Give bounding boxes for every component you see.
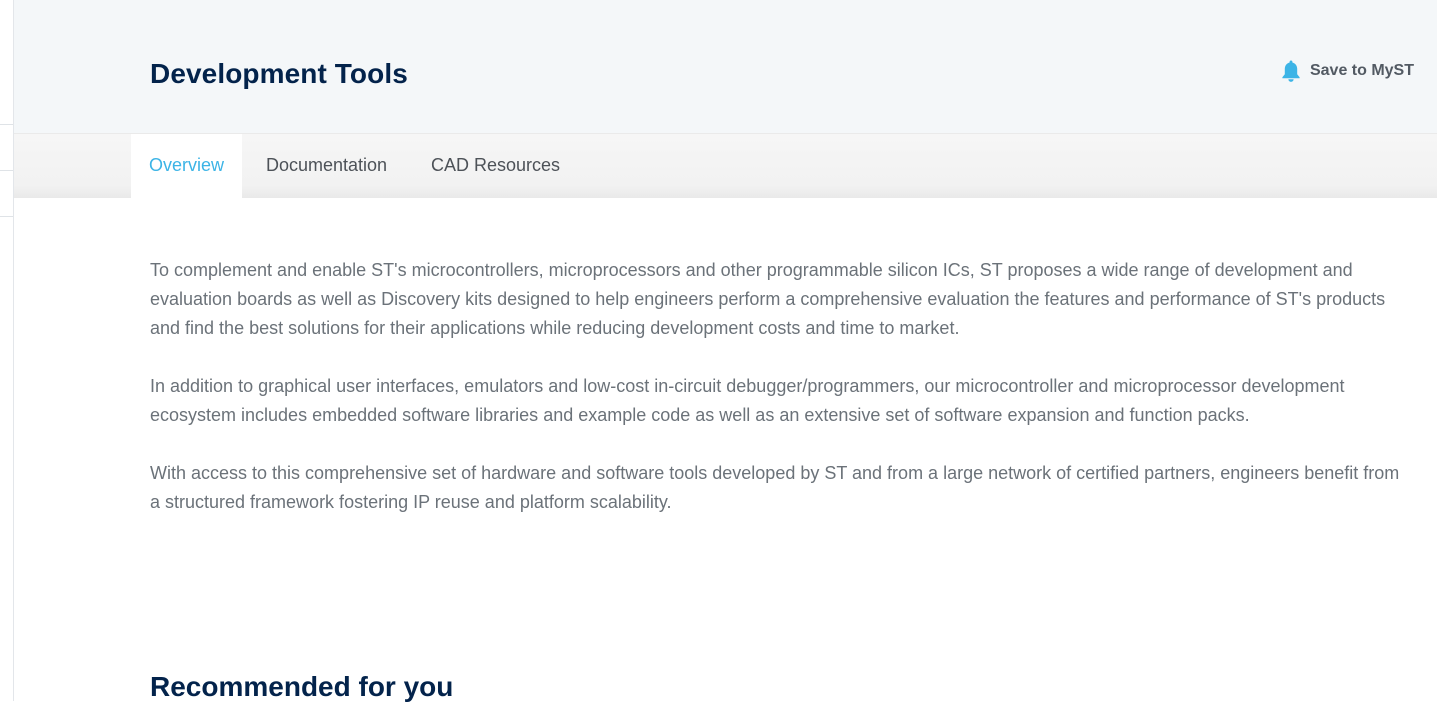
tab-bar: Overview Documentation CAD Resources [14, 133, 1437, 199]
rail-divider [0, 216, 13, 217]
rail-divider [0, 124, 13, 125]
page-title: Development Tools [150, 58, 408, 89]
recommended-heading: Recommended for you [150, 671, 454, 702]
save-to-myst-button[interactable]: Save to MyST [1280, 58, 1414, 84]
bell-icon [1280, 58, 1302, 84]
overview-paragraph: With access to this comprehensive set of… [150, 463, 1400, 512]
rail-divider [0, 170, 13, 171]
overview-paragraph: To complement and enable ST's microcontr… [150, 260, 1386, 338]
overview-paragraph: In addition to graphical user interfaces… [150, 376, 1345, 425]
tab-overview[interactable]: Overview [131, 134, 243, 199]
page-header: Development Tools Save to MyST [14, 0, 1437, 133]
tab-cad-resources[interactable]: CAD Resources [431, 134, 560, 199]
overview-content: To complement and enable ST's microcontr… [150, 256, 1405, 546]
save-label: Save to MyST [1309, 62, 1414, 79]
tab-documentation[interactable]: Documentation [266, 134, 387, 199]
left-rail [0, 0, 14, 701]
